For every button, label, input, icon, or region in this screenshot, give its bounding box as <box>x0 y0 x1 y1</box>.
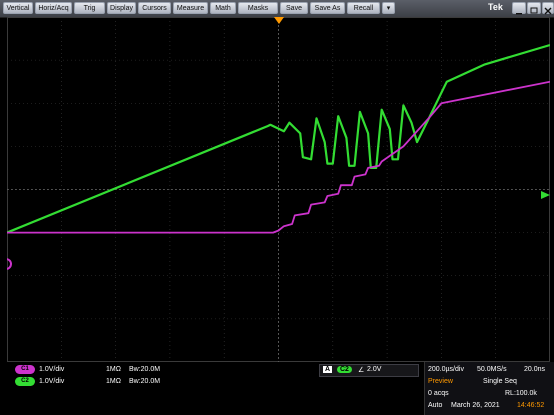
menu-vertical[interactable]: Vertical <box>3 2 33 14</box>
channel-bandwidth: Bᴡ:20.0M <box>129 366 161 373</box>
sample-rate: 50.0MS/s <box>477 366 507 373</box>
rising-edge-icon: ∠ <box>358 367 365 374</box>
acquisition-count: 0 acqs <box>428 390 449 397</box>
minimize-icon[interactable] <box>512 2 526 15</box>
menu-math[interactable]: Math <box>210 2 236 14</box>
menu-trigger[interactable]: Trig <box>74 2 105 14</box>
sample-interval: 20.0ns <box>524 366 546 373</box>
menu-cursors[interactable]: Cursors <box>138 2 171 14</box>
date: March 26, 2021 <box>451 402 500 409</box>
channel-impedance: 1MΩ <box>106 378 121 385</box>
channel-impedance: 1MΩ <box>106 366 121 373</box>
menu-recall[interactable]: Recall <box>347 2 380 14</box>
menu-measure[interactable]: Measure <box>173 2 208 14</box>
menu-masks[interactable]: Masks <box>238 2 278 14</box>
channel-scale: 1.0V/div <box>39 366 65 373</box>
menu-bar: Vertical Horiz/Acq Trig Display Cursors … <box>0 0 554 18</box>
channel-scale: 1.0V/div <box>39 378 65 385</box>
timebase: 200.0µs/div <box>428 366 464 373</box>
status-bar: C1 1.0V/div 1MΩ Bᴡ:20.0M C2 1.0V/div 1MΩ… <box>0 362 554 415</box>
menu-save-as[interactable]: Save As <box>310 2 345 14</box>
record-length: RL:100.0k <box>505 390 537 397</box>
channel-badge[interactable]: C1 <box>15 365 35 374</box>
waveform-display[interactable] <box>7 17 550 362</box>
menu-save[interactable]: Save <box>280 2 308 14</box>
trigger-level: 2.0V <box>367 366 382 373</box>
left-arrow-icon[interactable] <box>541 191 550 199</box>
trigger-readout[interactable]: A C2 ∠ 2.0V <box>319 364 419 377</box>
channel-bandwidth: Bᴡ:20.0M <box>129 378 161 385</box>
down-triangle-icon[interactable] <box>274 17 284 24</box>
preview-label: Preview <box>428 378 453 385</box>
trigger-source: C2 <box>337 366 352 373</box>
channel-1-readout[interactable]: C1 1.0V/div 1MΩ Bᴡ:20.0M <box>8 365 252 376</box>
acquisition-readout[interactable]: 200.0µs/div 50.0MS/s 20.0ns Preview Sing… <box>424 362 554 415</box>
acquisition-mode: Single Seq <box>483 378 517 385</box>
run-mode: Auto <box>428 402 443 409</box>
time: 14:46:52 <box>517 402 545 409</box>
trigger-label: A <box>323 366 333 373</box>
channel-2-readout[interactable]: C2 1.0V/div 1MΩ Bᴡ:20.0M <box>8 377 252 388</box>
maximize-icon[interactable] <box>527 2 541 14</box>
channel-badge[interactable]: C2 <box>15 377 35 386</box>
menu-dropdown[interactable]: ▾ <box>382 2 395 14</box>
close-icon[interactable] <box>542 2 554 15</box>
graticule-grid <box>7 17 550 362</box>
menu-display[interactable]: Display <box>107 2 136 14</box>
brand-logo: Tek <box>488 2 503 12</box>
menu-horiz-acq[interactable]: Horiz/Acq <box>35 2 72 14</box>
